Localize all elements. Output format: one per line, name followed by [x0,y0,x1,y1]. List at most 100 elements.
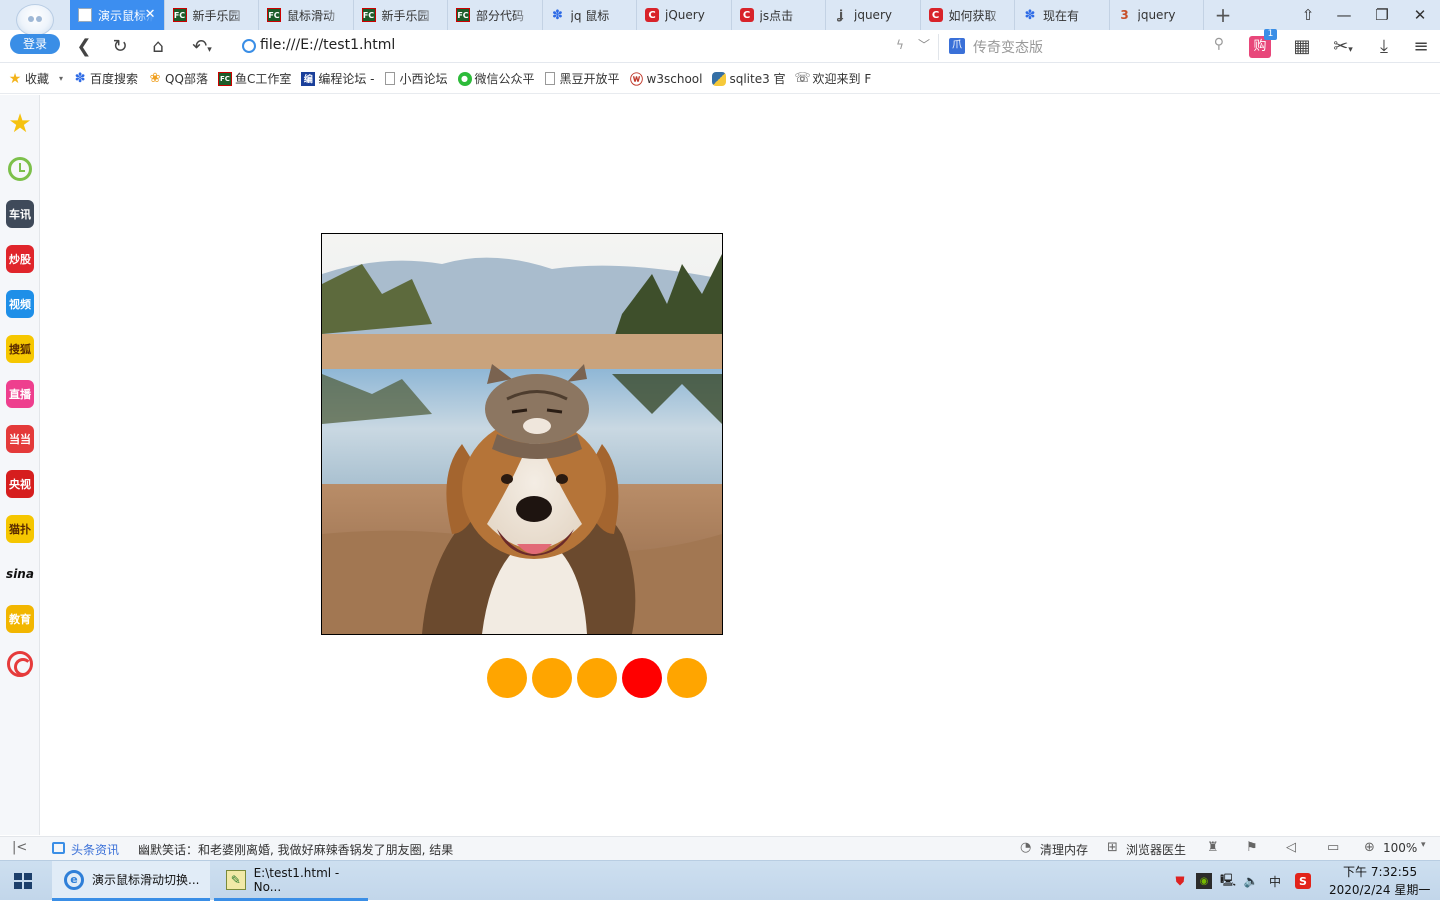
bookmark-5[interactable]: 小西论坛 [384,70,448,87]
browser-doctor-button[interactable]: 浏览器医生 [1126,841,1186,858]
news-label[interactable]: 头条资讯 [71,841,119,858]
bookmark-2[interactable]: ❀ QQ部落 [148,70,208,87]
avatar[interactable] [16,4,54,36]
flag-icon[interactable]: ⚑ [1246,840,1258,855]
sidebar-phoenix-icon[interactable] [6,650,34,678]
csdn-icon: C [739,8,754,22]
zoom-icon[interactable]: ⊕ [1364,840,1375,855]
tab-6[interactable]: CjQuery [637,0,732,30]
bookmark-10[interactable]: ☏ 欢迎来到 F [794,70,871,87]
sidebar-video-icon[interactable]: 视频 [6,290,34,318]
bookmark-9[interactable]: sqlite3 官 [712,70,786,87]
url-text[interactable]: file:///E://test1.html [260,37,395,53]
bookmark-4[interactable]: 编编程论坛 - [301,70,375,87]
nvidia-tray-icon[interactable]: ◉ [1196,873,1212,889]
tab-11[interactable]: 3 jquery [1110,0,1204,30]
page-icon [78,8,92,22]
slideshow-image[interactable] [321,233,723,635]
sogou-ime-icon[interactable]: S [1295,873,1311,889]
home-button[interactable]: ⌂ [146,36,170,58]
chevron-down-icon[interactable]: ﹀ [918,36,930,53]
back-button[interactable]: ❮ [72,36,96,58]
bolt-icon[interactable]: ϟ [896,38,904,52]
undo-close-button[interactable]: ↶▾ [184,36,220,58]
tab-label: jq 鼠标 [570,8,610,23]
slide-dot-3[interactable] [577,658,617,698]
windows-start-button[interactable] [14,873,32,889]
skin-icon[interactable]: ⇧ [1298,5,1318,25]
sidebar-sina-icon[interactable]: sina [6,560,34,588]
bookmark-0[interactable]: ★ 收藏 ▾ [8,70,63,87]
screenshot-scissors-icon[interactable]: ✂▾ [1326,36,1360,58]
user-profile[interactable]: 登录 [8,4,62,58]
window-icon[interactable]: ▭ [1327,840,1339,855]
address-bar[interactable]: file:///E://test1.html ϟ ﹀ [236,34,936,60]
new-tab-button[interactable]: + [1212,3,1234,27]
close-tab-icon[interactable]: ✕ [145,7,156,22]
sidebar-sohu-icon[interactable]: 搜狐 [6,335,34,363]
ime-indicator[interactable]: 中 [1267,873,1283,889]
taskbar-app-notepad[interactable]: ✎ E:\test1.html - No... [214,861,368,901]
search-box[interactable]: 爪 传奇变态版 ⚲ [938,34,1234,60]
collapse-sidebar-icon[interactable]: |< [12,840,27,855]
sidebar-history-icon[interactable] [6,155,34,183]
search-icon[interactable]: ⚲ [1214,36,1224,52]
tab-5[interactable]: ✽ jq 鼠标 [543,0,637,30]
minimize-button[interactable]: — [1334,5,1354,25]
reload-button[interactable]: ↻ [108,36,132,58]
tab-3[interactable]: FC 新手乐园 [354,0,448,30]
tab-label: 部分代码 [476,8,525,23]
bookmark-3[interactable]: FC 鱼C工作室 [217,70,291,87]
bookmark-6[interactable]: ● 微信公众平 [457,70,535,87]
bookmark-1[interactable]: ✽ 百度搜索 [73,70,138,87]
sound-icon[interactable]: ◁ [1286,840,1296,855]
tab-0[interactable]: 演示鼠标滑动切换✕ [70,0,165,30]
clock-date[interactable]: 2020/2/24 星期一 [1329,881,1430,898]
news-ticker[interactable]: 幽默笑话：和老婆刚离婚, 我做好麻辣香锅发了朋友圈, 结果 [138,841,453,858]
sidebar-education-icon[interactable]: 教育 [6,605,34,633]
sidebar-stocks-icon[interactable]: 炒股 [6,245,34,273]
tab-9[interactable]: C 如何获取 [921,0,1015,30]
chevron-down-icon[interactable]: ▾ [1421,840,1426,850]
bookmark-7[interactable]: 黑豆开放平 [544,70,620,87]
restore-button[interactable]: ❐ [1372,5,1392,25]
clear-memory-button[interactable]: 清理内存 [1040,841,1088,858]
slide-dot-4-active[interactable] [622,658,662,698]
bookmark-label: 黑豆开放平 [559,72,620,86]
accelerate-icon[interactable]: ♜ [1207,840,1219,855]
tab-2[interactable]: FC 鼠标滑动 [259,0,354,30]
tab-10[interactable]: ✽ 现在有 [1015,0,1110,30]
download-icon[interactable]: ⤓ [1372,36,1396,58]
menu-icon[interactable]: ≡ [1409,36,1433,58]
slide-dot-5[interactable] [667,658,707,698]
login-button[interactable]: 登录 [10,34,60,54]
left-sidebar: ★ 车讯炒股视频搜狐直播当当央视猫扑 sina 教育 [0,95,40,835]
zoom-level[interactable]: 100% [1383,841,1417,855]
tab-4[interactable]: FC 部分代码 [448,0,543,30]
search-input[interactable]: 传奇变态版 [973,37,1043,57]
network-tray-icon[interactable]: 🖳 [1220,873,1236,889]
sidebar-dangdang-icon[interactable]: 当当 [6,425,34,453]
slide-dot-2[interactable] [532,658,572,698]
csdn-icon: C [928,8,943,22]
sidebar-live-icon[interactable]: 直播 [6,380,34,408]
bookmark-8[interactable]: ⓦ w3school [630,72,702,89]
close-window-button[interactable]: ✕ [1410,5,1430,25]
sidebar-cars-icon[interactable]: 车讯 [6,200,34,228]
baidu-paw-icon: ✽ [74,71,86,86]
taskbar-app-browser[interactable]: e 演示鼠标滑动切换... [52,861,210,901]
chevron-down-icon[interactable]: ▾ [59,74,63,83]
sidebar-maopu-icon[interactable]: 猫扑 [6,515,34,543]
sidebar-cctv-icon[interactable]: 央视 [6,470,34,498]
volume-tray-icon[interactable]: 🔈 [1243,873,1259,889]
apps-grid-icon[interactable]: ▦ [1290,36,1314,58]
bookmark-label: 编程论坛 - [318,72,375,86]
antivirus-tray-icon[interactable]: ⛊ [1172,873,1188,889]
clock-time[interactable]: 下午 7:32:55 [1343,863,1417,880]
baidu-paw-icon[interactable]: 爪 [949,38,965,54]
tab-7[interactable]: Cjs点击 [732,0,826,30]
slide-dot-1[interactable] [487,658,527,698]
sidebar-favorites-icon[interactable]: ★ [6,109,34,139]
tab-8[interactable]: ʝ jquery [826,0,921,30]
tab-1[interactable]: FC 新手乐园 [165,0,259,30]
